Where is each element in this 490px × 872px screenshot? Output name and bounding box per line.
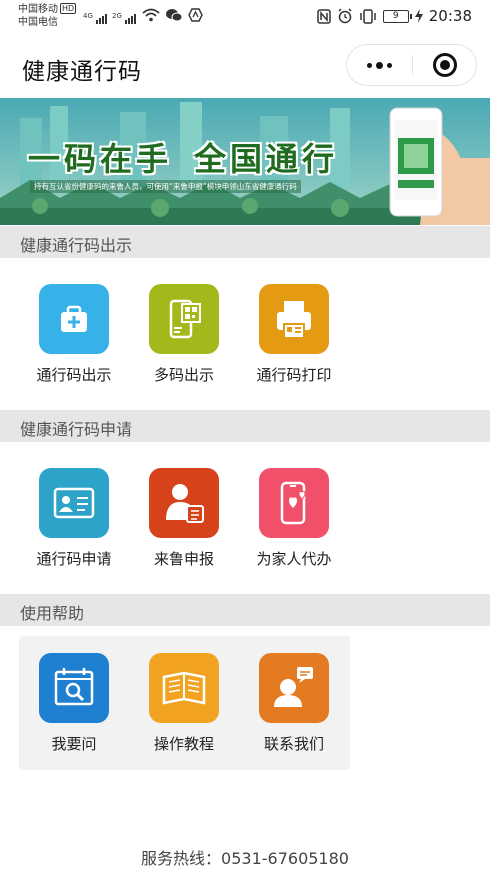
network-2-label: 2G [112,12,122,20]
carrier-1-name: 中国移动 [18,4,58,15]
more-dot-icon [387,62,392,68]
id-card-icon [39,468,109,538]
more-dot-icon [367,62,372,68]
medical-kit-icon [39,284,109,354]
wifi-icon [142,8,160,22]
app-notification-icon [188,8,203,22]
tile-pass-code-apply[interactable]: 通行码申请 [19,468,129,578]
person-report-icon [149,468,219,538]
section-header-apply: 健康通行码申请 [0,410,490,442]
charging-icon [414,9,423,23]
section-title: 健康通行码出示 [20,236,133,255]
service-hotline: 服务热线：0531-67605180 [141,849,349,868]
banner-slogan-1: 一码在手 [28,140,173,178]
status-bar: 中国移动 HD 中国电信 4G 2G 9 20:38 [0,0,490,34]
section-title: 使用帮助 [20,604,85,623]
printer-icon [259,284,329,354]
tile-multi-code-display[interactable]: 多码出示 [129,284,239,394]
tile-pass-code-display[interactable]: 通行码出示 [19,284,129,394]
carrier-info: 中国移动 HD 中国电信 [18,3,77,29]
network-1-label: 4G [83,12,93,20]
tile-shandong-report[interactable]: 来鲁申报 [129,468,239,578]
vibrate-icon [360,8,376,24]
qr-phone-icon [149,284,219,354]
page-title: 健康通行码 [22,59,142,85]
banner-slogan: 一码在手 全国通行 [28,134,360,180]
signal-group: 4G 2G [83,6,136,24]
tile-ask-question[interactable]: 我要问 [19,653,129,763]
tile-tutorial[interactable]: 操作教程 [129,653,239,763]
banner-slogan-2: 全国通行 [194,140,339,178]
tile-label: 通行码打印 [256,366,332,384]
hd-badge: HD [60,3,77,14]
tile-pass-code-print[interactable]: 通行码打印 [239,284,349,394]
heart-phone-icon [259,468,329,538]
right-status: 9 20:38 [317,7,472,25]
tile-contact-us[interactable]: 联系我们 [239,653,349,763]
capsule-divider [412,55,413,75]
close-miniprogram-button[interactable] [433,53,457,77]
clock: 20:38 [428,7,472,25]
battery-icon: 9 [382,9,412,23]
signal-2-icon: 2G [112,12,136,24]
banner-note: 持有互认省份健康码的来鲁人员，可使用“来鲁申报”模块申领山东省健康通行码 [30,180,301,193]
more-dot-icon [376,61,383,69]
banner: 一码在手 全国通行 持有互认省份健康码的来鲁人员，可使用“来鲁申报”模块申领山东省… [0,98,490,225]
carrier-2-name: 中国电信 [18,17,58,28]
status-icons [142,8,203,22]
nav-bar: 健康通行码 [0,34,490,98]
wechat-icon [166,9,182,22]
book-icon [149,653,219,723]
tile-family-proxy[interactable]: 为家人代办 [239,468,349,578]
section-header-help: 使用帮助 [0,594,490,626]
section-title: 健康通行码申请 [20,420,133,439]
nfc-icon [317,8,331,24]
tile-label: 为家人代办 [256,550,332,568]
miniprogram-capsule [346,44,477,86]
contact-chat-icon [259,653,329,723]
tile-label: 联系我们 [263,735,324,753]
alarm-icon [338,8,352,24]
more-menu-button[interactable] [347,45,412,85]
signal-1-icon: 4G [83,12,107,24]
section-header-display: 健康通行码出示 [0,226,490,258]
search-calendar-icon [39,653,109,723]
